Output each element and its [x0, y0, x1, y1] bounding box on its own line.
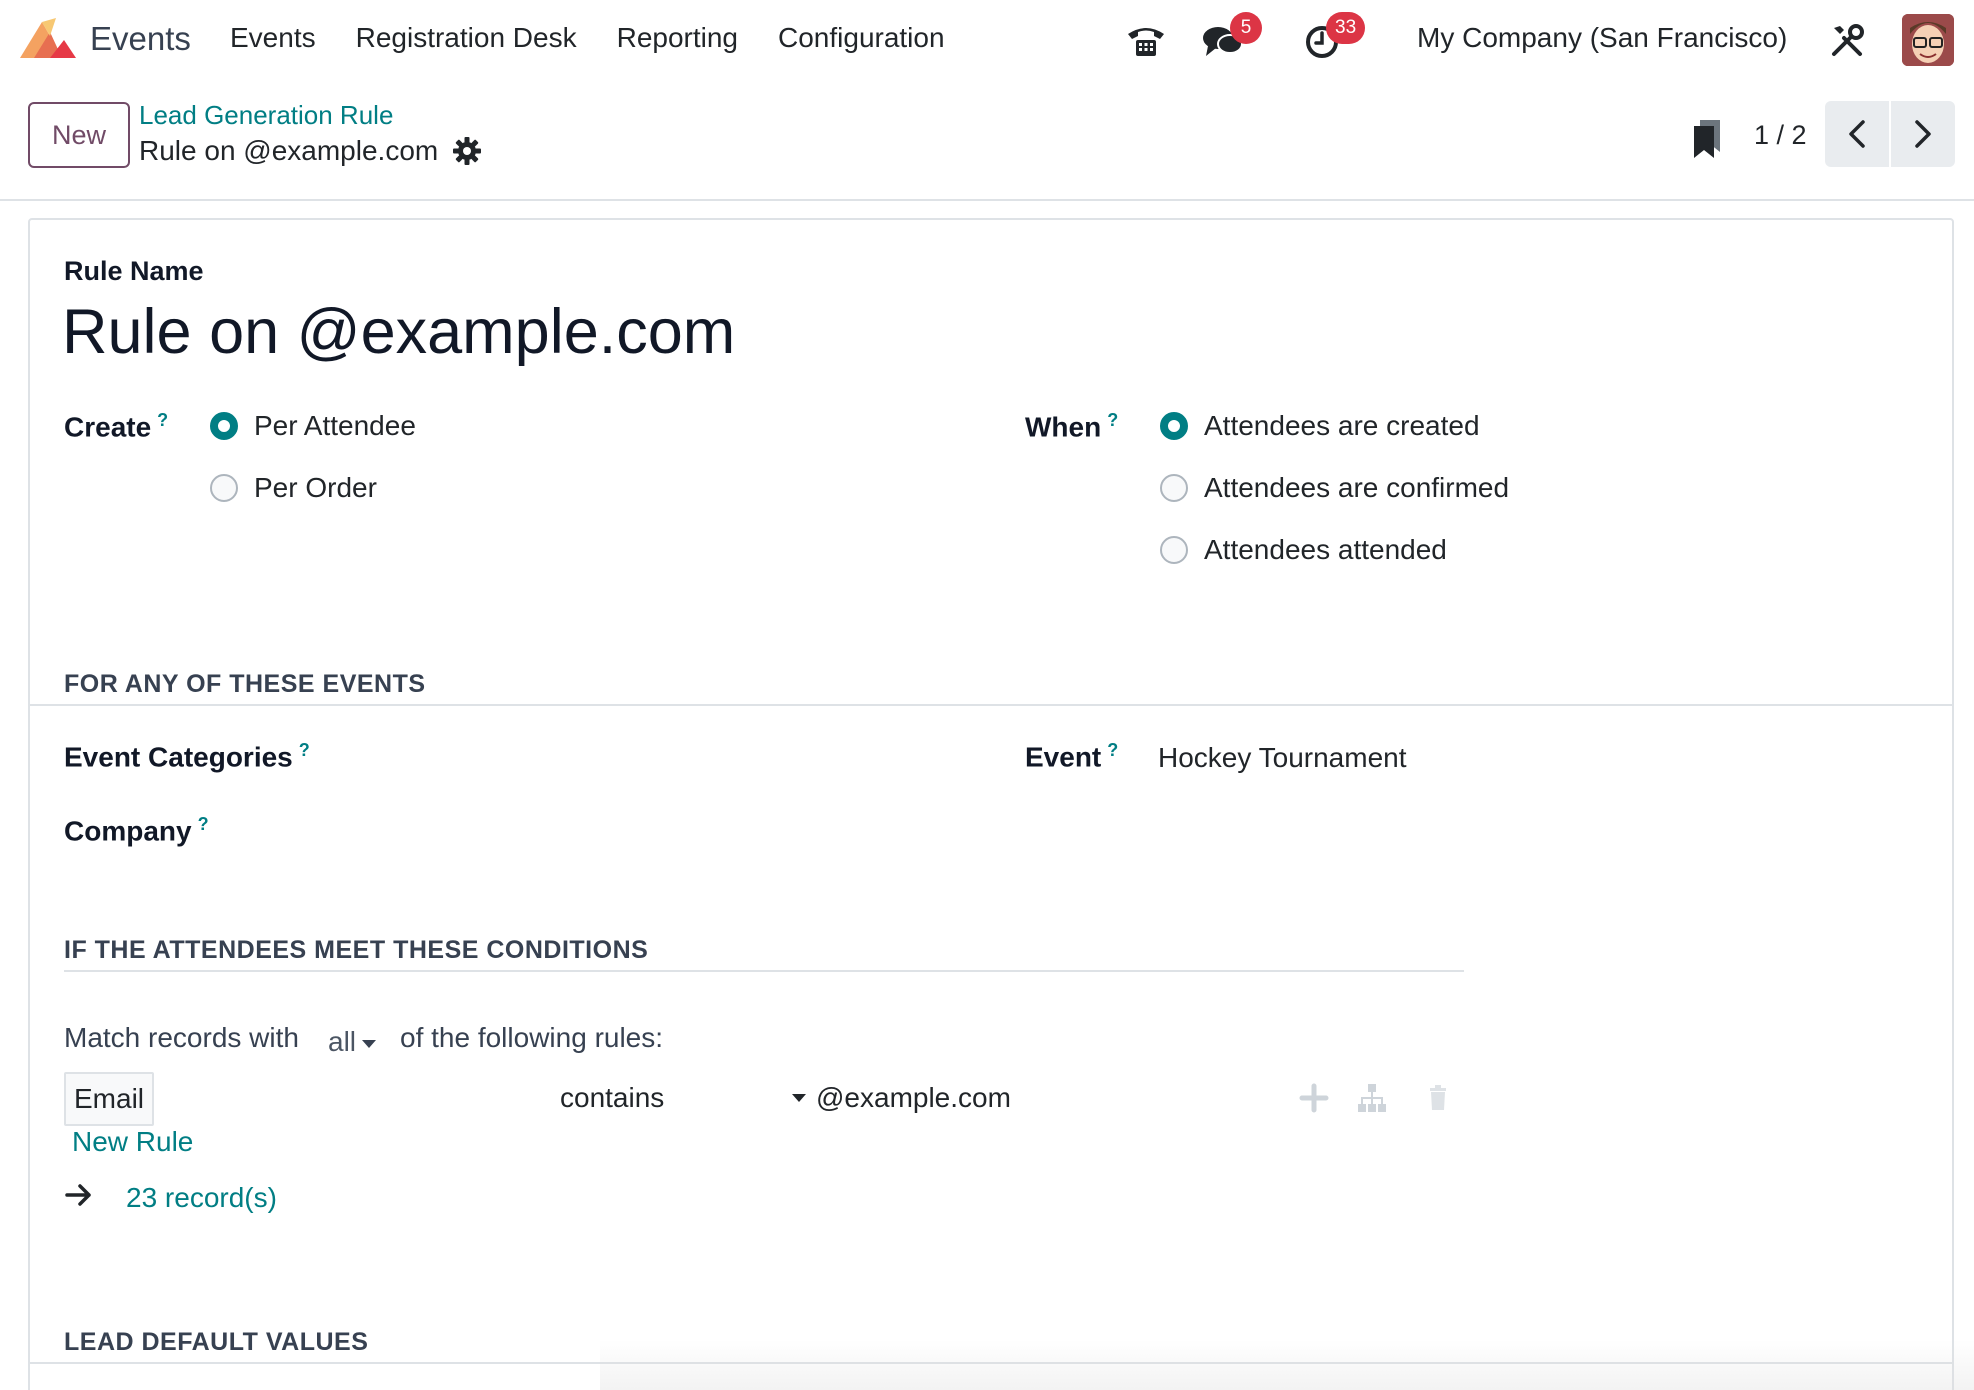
company-label: Company? [64, 814, 209, 847]
rule-value-text: @example.com [816, 1082, 1011, 1113]
company-switcher[interactable]: My Company (San Francisco) [1417, 22, 1787, 54]
event-label: Event? [1025, 740, 1118, 773]
new-button[interactable]: New [28, 102, 130, 168]
radio-label: Attendees are created [1204, 410, 1480, 441]
company-field[interactable] [355, 810, 975, 854]
app-name[interactable]: Events [90, 20, 191, 58]
section-events-title: FOR ANY OF THESE EVENTS [64, 670, 426, 698]
rule-value-input[interactable]: @example.com [792, 1082, 1011, 1114]
form-sheet: Rule Name Rule on @example.com Create? P… [28, 218, 1954, 1390]
rule-field-selector[interactable]: Email [64, 1072, 154, 1126]
activities-badge: 33 [1326, 12, 1366, 44]
create-option-per-order[interactable]: Per Order [210, 472, 377, 504]
bookmarks-icon[interactable] [1692, 118, 1722, 160]
radio-unchecked-icon [210, 474, 238, 502]
add-rule-plus-icon[interactable] [1298, 1082, 1330, 1114]
when-option-created[interactable]: Attendees are created [1160, 410, 1480, 442]
delete-rule-trash-icon[interactable] [1422, 1082, 1454, 1114]
radio-label: Attendees are confirmed [1204, 472, 1510, 503]
section-divider [30, 704, 1952, 706]
when-label-text: When [1025, 411, 1102, 443]
messages-badge: 5 [1230, 12, 1262, 44]
control-panel: New Lead Generation Rule Rule on @exampl… [0, 80, 1974, 201]
rule-name-field[interactable]: Rule on @example.com [62, 296, 735, 368]
match-mode-select[interactable]: all [328, 1026, 377, 1058]
section-defaults-title: LEAD DEFAULT VALUES [64, 1328, 369, 1356]
arrow-right-icon [65, 1184, 91, 1206]
rule-name-label: Rule Name [64, 256, 204, 286]
match-prefix: Match records with [64, 1022, 299, 1053]
menu-registration-desk[interactable]: Registration Desk [356, 22, 577, 54]
user-avatar[interactable] [1902, 14, 1954, 66]
menu-reporting[interactable]: Reporting [617, 22, 738, 54]
event-help-icon[interactable]: ? [1107, 740, 1118, 760]
caret-down-icon [792, 1094, 806, 1102]
rule-operator-select[interactable]: contains [560, 1082, 664, 1114]
menu-configuration[interactable]: Configuration [778, 22, 945, 54]
company-help-icon[interactable]: ? [198, 814, 209, 834]
breadcrumb-parent-link[interactable]: Lead Generation Rule [139, 100, 393, 131]
radio-checked-icon [210, 412, 238, 440]
when-label: When? [1025, 410, 1118, 443]
radio-checked-icon [1160, 412, 1188, 440]
pager-value[interactable]: 1 / 2 [1754, 120, 1807, 151]
top-navbar: Events Events Registration Desk Reportin… [0, 0, 1974, 80]
avatar-face-icon [1902, 14, 1954, 66]
match-mode-value: all [328, 1026, 357, 1057]
event-categories-label: Event Categories? [64, 740, 310, 773]
create-option-per-attendee[interactable]: Per Attendee [210, 410, 416, 442]
event-label-text: Event [1025, 741, 1102, 773]
menu-events[interactable]: Events [230, 22, 316, 54]
bottom-shadow [600, 1340, 1974, 1390]
breadcrumb-current: Rule on @example.com [139, 135, 439, 166]
radio-unchecked-icon [1160, 536, 1188, 564]
radio-label: Per Order [254, 472, 377, 503]
pager-previous-button[interactable] [1825, 101, 1889, 167]
new-rule-link[interactable]: New Rule [72, 1126, 193, 1158]
chevron-right-icon [1915, 120, 1931, 148]
create-label: Create? [64, 410, 168, 443]
match-suffix: of the following rules: [400, 1022, 664, 1053]
gear-icon[interactable] [452, 136, 482, 166]
when-help-icon[interactable]: ? [1107, 410, 1118, 430]
company-label-text: Company [64, 815, 192, 847]
event-categories-field[interactable] [355, 736, 975, 780]
when-option-confirmed[interactable]: Attendees are confirmed [1160, 472, 1509, 504]
event-categories-label-text: Event Categories [64, 741, 293, 773]
debug-tools-icon[interactable] [1830, 24, 1864, 58]
radio-unchecked-icon [1160, 474, 1188, 502]
radio-label: Attendees attended [1204, 534, 1447, 565]
matching-records-link[interactable]: 23 record(s) [126, 1182, 277, 1214]
radio-label: Per Attendee [254, 410, 416, 441]
main-menu: Events Registration Desk Reporting Confi… [230, 22, 945, 54]
when-option-attended[interactable]: Attendees attended [1160, 534, 1447, 566]
event-categories-help-icon[interactable]: ? [299, 740, 310, 760]
section-conditions-title: IF THE ATTENDEES MEET THESE CONDITIONS [64, 936, 649, 964]
create-help-icon[interactable]: ? [157, 410, 168, 430]
chevron-left-icon [1849, 120, 1865, 148]
section-divider [64, 970, 1464, 972]
pager-next-button[interactable] [1891, 101, 1955, 167]
events-app-logo-icon[interactable] [20, 18, 76, 62]
phone-icon[interactable] [1126, 22, 1166, 60]
caret-down-icon [362, 1039, 377, 1048]
add-branch-hierarchy-icon[interactable] [1356, 1082, 1388, 1114]
create-label-text: Create [64, 411, 152, 443]
event-field[interactable]: Hockey Tournament [1158, 742, 1407, 774]
